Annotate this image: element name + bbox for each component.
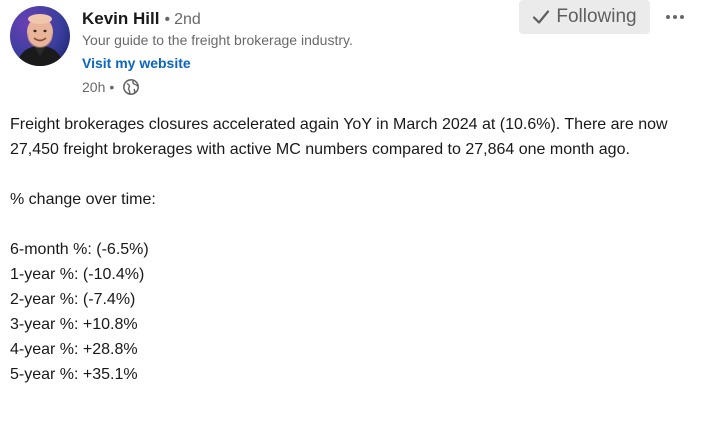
avatar[interactable] (10, 6, 70, 66)
post-intro: Freight brokerages closures accelerated … (10, 116, 668, 158)
post-header: Kevin Hill • 2nd Your guide to the freig… (10, 0, 693, 98)
post-meta: 20h • (82, 77, 353, 97)
actor-headline: Your guide to the freight brokerage indu… (82, 32, 353, 48)
avatar-image (10, 6, 70, 66)
globe-icon (122, 78, 140, 96)
actor-name[interactable]: Kevin Hill (82, 6, 159, 32)
actor-info: Kevin Hill • 2nd Your guide to the freig… (82, 6, 353, 97)
stat-line-4-year: 4-year %: +28.8% (10, 341, 138, 358)
following-button[interactable]: Following (519, 0, 650, 34)
stat-line-2-year: 2-year %: (-7.4%) (10, 291, 136, 308)
meta-separator: • (109, 79, 115, 95)
following-label: Following (556, 6, 637, 27)
visit-website-link[interactable]: Visit my website (82, 52, 353, 74)
stat-line-1-year: 1-year %: (-10.4%) (10, 266, 145, 283)
section-heading: % change over time: (10, 191, 156, 208)
actor-name-line: Kevin Hill • 2nd (82, 6, 353, 32)
ellipsis-icon (665, 7, 685, 25)
stat-line-6-month: 6-month %: (-6.5%) (10, 241, 149, 258)
stat-line-5-year: 5-year %: +35.1% (10, 366, 138, 383)
check-icon (532, 8, 550, 26)
post-body: Freight brokerages closures accelerated … (10, 112, 685, 387)
post-timestamp: 20h (82, 79, 106, 95)
stat-line-3-year: 3-year %: +10.8% (10, 316, 138, 333)
more-options-button[interactable] (661, 2, 689, 30)
